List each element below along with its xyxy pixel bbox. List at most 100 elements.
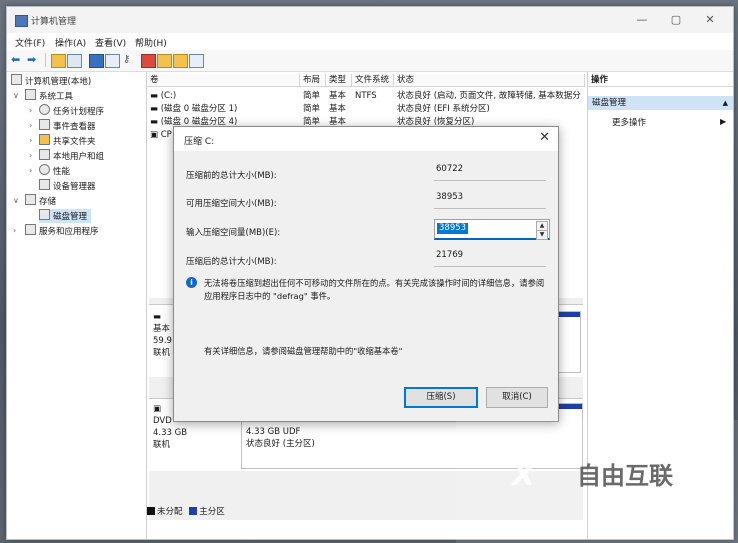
- total-before-label: 压缩前的总计大小(MB):: [186, 171, 277, 181]
- volume-type: 基本: [329, 91, 347, 101]
- disk-icon: [39, 209, 50, 220]
- chevron-right-icon[interactable]: ›: [29, 106, 32, 115]
- total-after-label: 压缩后的总计大小(MB):: [186, 257, 277, 267]
- up-folder-icon[interactable]: [51, 54, 66, 68]
- menu-action[interactable]: 操作(A): [55, 36, 86, 49]
- spin-down-icon[interactable]: ▼: [536, 230, 548, 240]
- tree-root[interactable]: 计算机管理(本地): [11, 74, 91, 88]
- tree-item-performance[interactable]: 性能: [39, 164, 70, 178]
- disk-0-info: ▬ 基本 59.9 联机: [153, 311, 172, 359]
- clock-icon: [39, 104, 50, 115]
- tree-item-storage[interactable]: 存储: [25, 194, 56, 208]
- column-type[interactable]: 类型: [326, 74, 352, 87]
- volume-name: (磁盘 0 磁盘分区 1): [160, 104, 238, 114]
- actions-header: 操作: [588, 74, 733, 87]
- tree-item-label: 性能: [53, 167, 71, 177]
- cancel-button[interactable]: 取消(C): [486, 387, 548, 408]
- collapse-up-icon[interactable]: ▲: [723, 96, 728, 110]
- column-volume[interactable]: 卷: [147, 74, 300, 87]
- performance-icon: [39, 164, 50, 175]
- watermark-x-logo: X: [512, 458, 536, 493]
- dialog-title-bar: 压缩 C: ✕: [174, 127, 558, 151]
- forward-arrow-icon[interactable]: ➡: [27, 54, 40, 66]
- menu-file[interactable]: 文件(F): [15, 36, 45, 49]
- tree-item-services[interactable]: 服务和应用程序: [25, 224, 99, 238]
- disk-0-status: 联机: [153, 348, 171, 358]
- volume-type: 基本: [329, 104, 347, 114]
- list-view-icon[interactable]: [189, 54, 204, 68]
- toolbar: ⬅ ➡ ⚷: [7, 50, 733, 72]
- computer-icon: [11, 74, 22, 85]
- search-folder-icon[interactable]: [173, 54, 188, 68]
- menu-view[interactable]: 查看(V): [95, 36, 126, 49]
- navigation-tree: 计算机管理(本地) ∨ 系统工具 › 任务计划程序 › 事件查看器 › 共享文件…: [7, 72, 147, 539]
- total-before-value: 60722: [434, 161, 546, 181]
- delete-icon[interactable]: [141, 54, 156, 68]
- watermark-bubble-icon: [604, 498, 634, 528]
- legend-unallocated-swatch: [147, 507, 155, 515]
- chevron-right-icon[interactable]: ›: [29, 151, 32, 160]
- key-icon[interactable]: ⚷: [123, 54, 136, 66]
- tree-item-shared-folders[interactable]: 共享文件夹: [39, 134, 96, 148]
- chevron-right-icon[interactable]: ›: [13, 226, 16, 235]
- event-viewer-icon: [39, 119, 50, 130]
- menu-help[interactable]: 帮助(H): [135, 36, 167, 49]
- actions-disk-management[interactable]: 磁盘管理 ▲: [588, 96, 733, 110]
- window-title: 计算机管理: [31, 17, 77, 27]
- column-status[interactable]: 状态: [394, 74, 585, 87]
- legend-primary: 主分区: [199, 507, 225, 517]
- device-manager-icon: [39, 179, 50, 190]
- help-message[interactable]: 有关详细信息，请参阅磁盘管理帮助中的"收缩基本卷": [204, 345, 402, 357]
- tree-item-device-manager[interactable]: 设备管理器: [39, 179, 96, 193]
- shrink-amount-input[interactable]: 38953 ▲ ▼: [434, 219, 550, 240]
- tree-item-system-tools[interactable]: 系统工具: [25, 89, 73, 103]
- shared-folder-icon: [39, 134, 50, 145]
- back-arrow-icon[interactable]: ⬅: [11, 54, 24, 66]
- shrink-button[interactable]: 压缩(S): [404, 387, 478, 408]
- submenu-arrow-icon[interactable]: ▶: [720, 117, 726, 126]
- tree-item-label: 服务和应用程序: [39, 227, 99, 237]
- tree-item-local-users[interactable]: 本地用户和组: [39, 149, 104, 163]
- help-icon[interactable]: [89, 54, 104, 68]
- tree-item-disk-management[interactable]: 磁盘管理: [39, 209, 92, 223]
- maximize-button[interactable]: ▢: [659, 11, 693, 29]
- chevron-down-icon[interactable]: ∨: [13, 91, 19, 100]
- chevron-right-icon[interactable]: ›: [29, 121, 32, 130]
- more-actions[interactable]: 更多操作: [612, 116, 646, 128]
- table-row[interactable]: ▬ (C:): [150, 90, 176, 103]
- volume-layout: 简单: [303, 104, 321, 114]
- minimize-button[interactable]: —: [625, 11, 659, 29]
- volume-name: (C:): [160, 91, 177, 101]
- shrink-amount-value[interactable]: 38953: [437, 223, 469, 234]
- properties-icon[interactable]: [105, 54, 120, 68]
- disk-0-type: 基本: [153, 324, 171, 334]
- title-bar: 计算机管理 — ▢ ✕: [7, 7, 733, 33]
- drive-icon: ▬: [150, 117, 161, 127]
- shrink-amount-label: 输入压缩空间量(MB)(E):: [186, 228, 281, 238]
- cd-rom-size: 4.33 GB: [153, 428, 188, 438]
- column-layout[interactable]: 布局: [300, 74, 326, 87]
- watermark-site: 好装机: [652, 506, 724, 534]
- chevron-down-icon[interactable]: ∨: [13, 196, 19, 205]
- actions-selected-label: 磁盘管理: [592, 98, 627, 108]
- cd-drive-icon: ▣: [150, 130, 161, 140]
- folder-icon[interactable]: [157, 54, 172, 68]
- chevron-right-icon[interactable]: ›: [29, 166, 32, 175]
- table-row[interactable]: ▣ CP: [150, 129, 172, 142]
- info-icon: i: [186, 277, 197, 288]
- chevron-right-icon[interactable]: ›: [29, 136, 32, 145]
- show-hide-tree-icon[interactable]: [67, 54, 82, 68]
- cd-rom-partition-size: 4.33 GB UDF: [246, 427, 301, 437]
- volume-fs: NTFS: [355, 91, 377, 101]
- close-button[interactable]: ✕: [693, 11, 727, 29]
- legend-unallocated: 未分配: [157, 507, 183, 517]
- disk-0-size: 59.9: [153, 336, 172, 346]
- available-space-label: 可用压缩空间大小(MB):: [186, 199, 277, 209]
- tree-item-label: 磁盘管理: [53, 212, 88, 222]
- tree-item-label: 共享文件夹: [53, 137, 96, 147]
- column-filesystem[interactable]: 文件系统: [352, 74, 394, 87]
- tree-item-event-viewer[interactable]: 事件查看器: [39, 119, 96, 133]
- dialog-close-icon[interactable]: ✕: [539, 130, 550, 145]
- table-row[interactable]: ▬ (磁盘 0 磁盘分区 1): [150, 103, 237, 116]
- tree-item-task-scheduler[interactable]: 任务计划程序: [39, 104, 104, 118]
